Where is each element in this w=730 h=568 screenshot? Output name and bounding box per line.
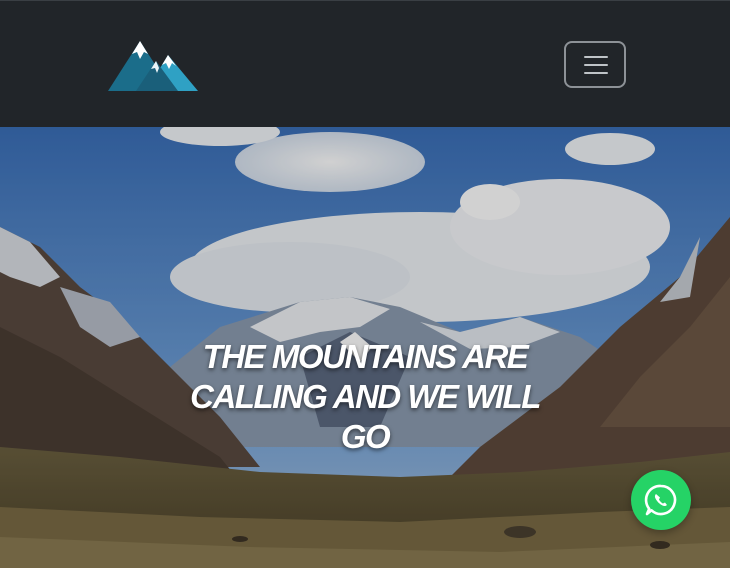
whatsapp-chat-button[interactable] — [631, 470, 691, 530]
hero-banner: THE MOUNTAINS ARE CALLING AND WE WILL GO — [0, 127, 730, 568]
whatsapp-icon — [644, 484, 677, 516]
hamburger-menu-icon — [584, 56, 608, 74]
navbar — [0, 0, 730, 127]
navbar-toggler-button[interactable] — [564, 41, 626, 88]
hero-title: THE MOUNTAINS ARE CALLING AND WE WILL GO — [190, 338, 541, 455]
mountain-logo-icon[interactable] — [106, 39, 198, 91]
